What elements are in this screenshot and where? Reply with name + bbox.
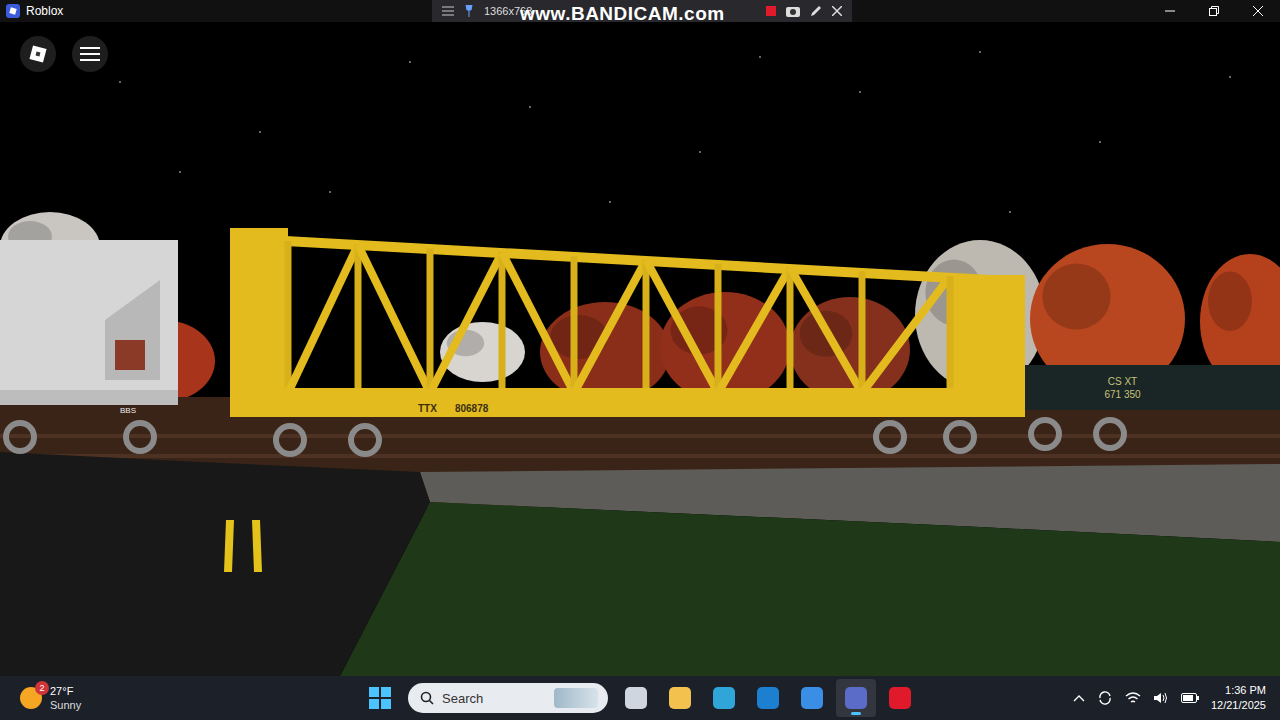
roblox-icon xyxy=(6,4,20,18)
bandicam-watermark: www.BANDICAM.com xyxy=(520,3,725,25)
taskbar-app[interactable] xyxy=(660,679,700,717)
sync-icon[interactable] xyxy=(1097,690,1113,706)
search-icon xyxy=(420,691,434,705)
restore-icon xyxy=(1208,5,1220,17)
close-icon xyxy=(1252,5,1264,17)
hopper-car: BBS xyxy=(0,240,178,425)
store-icon xyxy=(801,687,823,709)
car-number: 806878 xyxy=(455,403,488,414)
chevron-up-icon[interactable] xyxy=(1073,694,1085,702)
taskbar-app[interactable] xyxy=(880,679,920,717)
roblox-logo-icon xyxy=(29,45,47,63)
search-box[interactable]: Search xyxy=(408,683,608,713)
weather-icon: 2 xyxy=(20,687,42,709)
car-reporting-mark: CS XT xyxy=(1108,375,1137,388)
car-number: 671 350 xyxy=(1104,388,1140,401)
roblox-menu-button[interactable] xyxy=(20,36,56,72)
battery-icon[interactable] xyxy=(1181,693,1199,703)
hamburger-icon xyxy=(80,46,100,62)
taskbar-app[interactable] xyxy=(704,679,744,717)
search-highlight-icon xyxy=(554,688,598,708)
hp-icon xyxy=(757,687,779,709)
tank-car: CS XT 671 350 xyxy=(1025,365,1280,410)
clock-time: 1:36 PM xyxy=(1225,683,1266,698)
truss-icon xyxy=(230,228,1025,417)
temperature: 27°F xyxy=(50,684,81,698)
close-button[interactable] xyxy=(1236,0,1280,22)
weather-widget[interactable]: 2 27°F Sunny xyxy=(0,684,360,712)
car-reporting-mark: TTX xyxy=(418,403,437,414)
car-reporting-mark: BBS xyxy=(120,406,136,415)
windows-icon xyxy=(369,687,391,709)
edge-icon xyxy=(713,687,735,709)
taskbar-app[interactable] xyxy=(792,679,832,717)
close-icon[interactable] xyxy=(832,6,842,16)
roblox-icon xyxy=(845,687,867,709)
record-stop-icon[interactable] xyxy=(766,6,776,16)
taskbar-app[interactable] xyxy=(748,679,788,717)
desktop: Roblox BBS TTX 806878 CS XT 671 350 1366… xyxy=(0,0,1280,720)
car-number-label: TTX 806878 xyxy=(418,403,488,414)
pencil-icon[interactable] xyxy=(810,5,822,17)
game-viewport[interactable]: BBS TTX 806878 CS XT 671 350 xyxy=(0,22,1280,676)
taskbar-app[interactable] xyxy=(616,679,656,717)
start-button[interactable] xyxy=(360,679,400,717)
file-explorer-icon xyxy=(669,687,691,709)
maximize-button[interactable] xyxy=(1192,0,1236,22)
task-view-icon xyxy=(625,687,647,709)
notification-badge: 2 xyxy=(35,681,49,695)
weather-condition: Sunny xyxy=(50,698,81,712)
clock[interactable]: 1:36 PM 12/21/2025 xyxy=(1211,683,1266,713)
camera-icon[interactable] xyxy=(786,5,800,17)
bandicam-icon xyxy=(889,687,911,709)
taskbar-app[interactable] xyxy=(836,679,876,717)
minimize-icon xyxy=(1164,5,1176,17)
pin-icon xyxy=(464,5,474,17)
game-scene xyxy=(0,22,1280,676)
clock-date: 12/21/2025 xyxy=(1211,698,1266,713)
minimize-button[interactable] xyxy=(1148,0,1192,22)
menu-icon xyxy=(442,6,454,16)
centerbeam-car: TTX 806878 xyxy=(230,228,1025,417)
hopper-body-icon xyxy=(0,240,178,405)
wifi-icon[interactable] xyxy=(1125,691,1141,705)
hamburger-button[interactable] xyxy=(72,36,108,72)
taskbar: 2 27°F Sunny Search 1:36 PM 12/21/2025 xyxy=(0,676,1280,720)
window-title: Roblox xyxy=(26,4,63,18)
volume-icon[interactable] xyxy=(1153,691,1169,705)
search-placeholder: Search xyxy=(442,691,546,706)
